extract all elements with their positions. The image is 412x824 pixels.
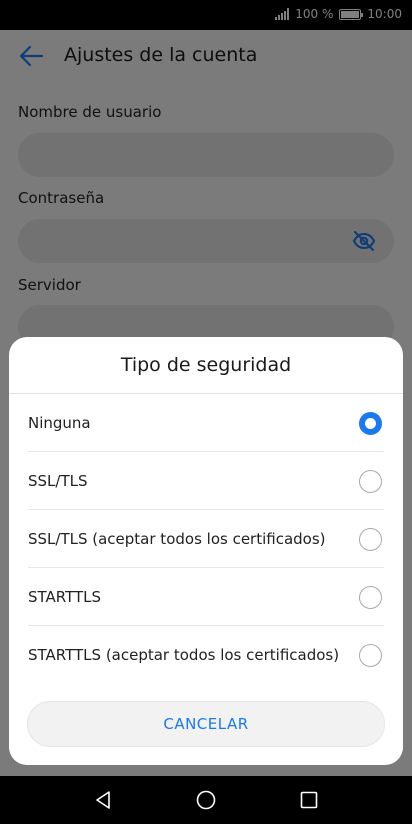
option-label: SSL/TLS (aceptar todos los certificados) [28, 530, 326, 548]
option-ssl-tls[interactable]: SSL/TLS [9, 452, 403, 510]
option-starttls-accept-all[interactable]: STARTTLS (aceptar todos los certificados… [9, 626, 403, 684]
option-label: STARTTLS [28, 588, 102, 606]
radio-button[interactable] [359, 644, 382, 667]
dialog-title: Tipo de seguridad [120, 354, 292, 376]
radio-button[interactable] [359, 412, 382, 435]
home-circle-icon[interactable] [194, 788, 218, 812]
option-ninguna[interactable]: Ninguna [9, 394, 403, 452]
back-triangle-icon[interactable] [91, 788, 115, 812]
option-ssl-tls-accept-all[interactable]: SSL/TLS (aceptar todos los certificados) [9, 510, 403, 568]
radio-button[interactable] [359, 470, 382, 493]
option-starttls[interactable]: STARTTLS [9, 568, 403, 626]
security-options: Ninguna SSL/TLS SSL/TLS (aceptar todos l… [9, 394, 403, 684]
option-label: Ninguna [28, 414, 91, 432]
option-label: STARTTLS (aceptar todos los certificados… [28, 646, 340, 664]
radio-button[interactable] [359, 528, 382, 551]
option-label: SSL/TLS [28, 472, 88, 490]
security-type-dialog: Tipo de seguridad Ninguna SSL/TLS SSL/TL… [9, 337, 403, 765]
radio-button[interactable] [359, 586, 382, 609]
recents-square-icon[interactable] [297, 788, 321, 812]
navigation-bar [0, 776, 412, 824]
cancel-button[interactable]: CANCELAR [27, 701, 385, 747]
